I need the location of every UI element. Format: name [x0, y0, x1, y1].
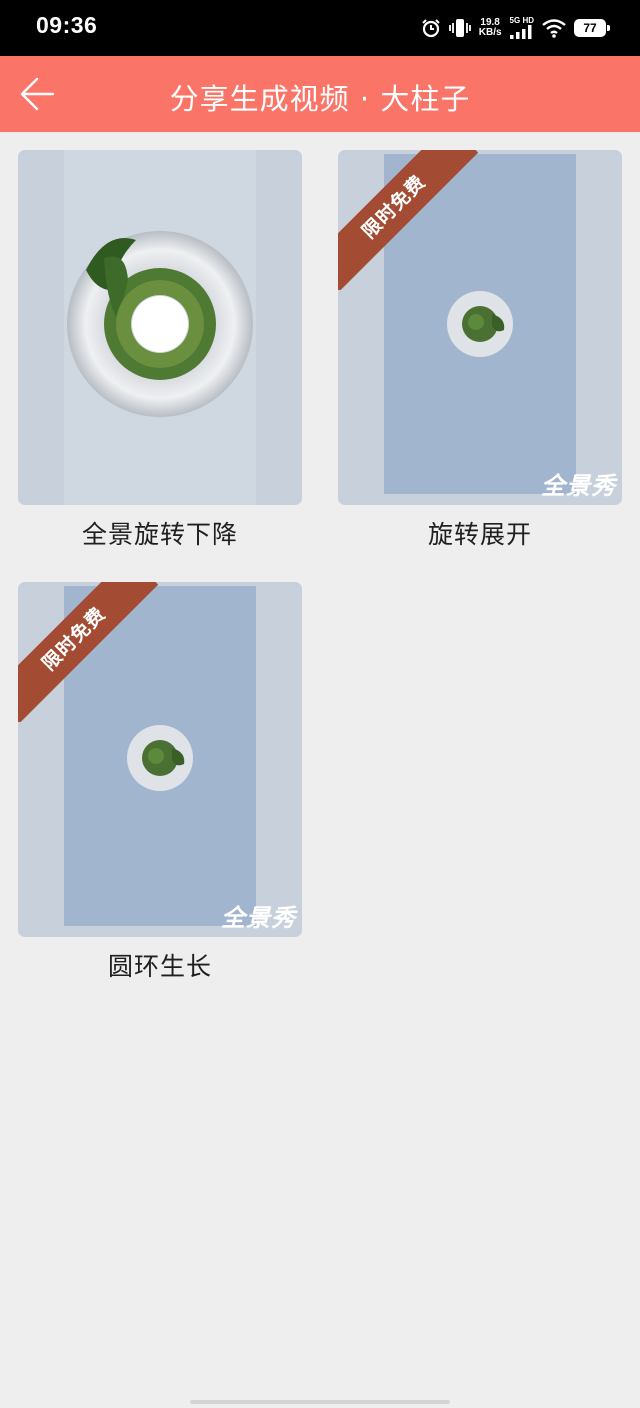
- template-thumbnail[interactable]: 全景秀 限时免费: [18, 582, 302, 937]
- badge-ribbon: 限时免费: [18, 582, 158, 722]
- status-icons: 19.8 KB/s 5G HD 77: [421, 16, 610, 40]
- template-label: 圆环生长: [107, 952, 212, 981]
- network-speed: 19.8 KB/s: [479, 18, 502, 38]
- signal-label: 5G HD: [509, 16, 534, 25]
- signal-bars-icon: [509, 25, 532, 39]
- badge-ribbon: 限时免费: [338, 150, 478, 290]
- watermark-logo: 全景秀: [221, 904, 296, 932]
- alarm-icon: [422, 19, 440, 38]
- free-badge: 限时免费: [18, 582, 158, 722]
- status-bar: 09:36 19.8 KB/s 5G HD 77: [0, 0, 640, 56]
- home-indicator[interactable]: [190, 1400, 450, 1404]
- vibrate-icon: [448, 19, 471, 37]
- network-speed-unit: KB/s: [478, 27, 502, 38]
- watermark-logo: 全景秀: [541, 472, 616, 500]
- page-title: 分享生成视频 · 大柱子: [169, 82, 471, 116]
- template-label: 旋转展开: [427, 520, 532, 549]
- template-card-rotate-descend[interactable]: 全景旋转下降: [18, 150, 302, 551]
- wifi-icon: [542, 19, 566, 38]
- template-card-rotate-expand[interactable]: 全景秀 限时免费 旋转展开: [338, 150, 622, 551]
- tiny-planet-image: [127, 725, 193, 791]
- template-thumbnail[interactable]: [18, 150, 302, 505]
- template-label: 全景旋转下降: [81, 520, 238, 549]
- template-thumbnail[interactable]: 全景秀 限时免费: [338, 150, 622, 505]
- cellular-signal: 5G HD: [509, 16, 534, 39]
- template-card-ring-grow[interactable]: 全景秀 限时免费 圆环生长: [18, 582, 302, 983]
- app-header: 分享生成视频 · 大柱子: [0, 56, 640, 132]
- battery-indicator: 77: [574, 19, 610, 37]
- status-time: 09:36: [36, 12, 98, 38]
- free-badge: 限时免费: [338, 150, 478, 290]
- tiny-planet-image: [447, 291, 513, 357]
- ring-planet-image: [67, 231, 253, 417]
